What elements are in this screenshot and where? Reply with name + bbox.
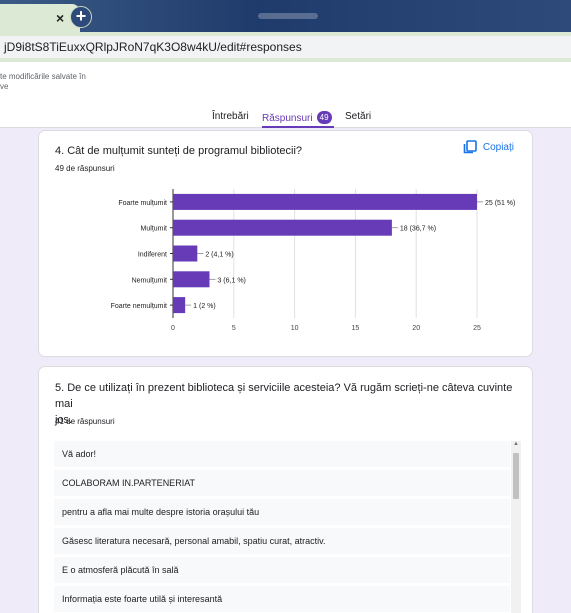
bar — [173, 219, 392, 236]
list-item: COLABORAM IN.PARTENERIAT — [54, 470, 510, 496]
list-item: Informația este foarte utilă și interesa… — [54, 586, 510, 612]
question-5-title: 5. De ce utilizați în prezent biblioteca… — [55, 380, 532, 428]
x-tick-label: 20 — [412, 325, 420, 332]
list-item: pentru a afla mai multe despre istoria o… — [54, 499, 510, 525]
browser-tab-bar: × + — [0, 0, 571, 32]
responses-count-badge: 49 — [316, 111, 332, 124]
category-label: Foarte mulțumit — [118, 200, 167, 207]
scroll-up-icon[interactable]: ▲ — [513, 441, 519, 447]
data-label: 25 (51 %) — [485, 200, 515, 207]
x-tick-label: 5 — [232, 325, 236, 332]
x-tick-label: 25 — [473, 325, 481, 332]
response-list-scrollbar[interactable]: ▲ — [511, 441, 521, 613]
list-item: Vă ador! — [54, 441, 510, 467]
data-label: 3 (6,1 %) — [217, 277, 245, 284]
x-tick-label: 0 — [171, 325, 175, 332]
question-4-card: 4. Cât de mulțumit sunteți de programul … — [38, 130, 533, 357]
blurred-tab-title — [258, 13, 318, 19]
active-tab-indicator — [262, 126, 334, 128]
bar — [173, 297, 186, 314]
bar — [173, 193, 477, 210]
tab-responses-label: Răspunsuri — [262, 113, 313, 124]
question-5-card: 5. De ce utilizați în prezent biblioteca… — [38, 366, 533, 613]
scrollbar-thumb[interactable] — [513, 453, 519, 499]
list-item: Găsesc literatura necesară, personal ama… — [54, 528, 510, 554]
forms-header: te modificările salvate în ve Întrebări … — [0, 62, 571, 128]
data-label: 1 (2 %) — [193, 303, 216, 310]
bar — [173, 271, 210, 288]
browser-tab[interactable]: × — [0, 4, 80, 32]
saved-message-line1: te modificările salvate în — [0, 72, 86, 81]
address-bar: jD9i8tS8TiEuxxQRlpJRoN7qK3O8w4kU/edit#re… — [0, 32, 571, 62]
data-label: 18 (36,7 %) — [400, 226, 436, 233]
form-tabs: Întrebări Răspunsuri 49 Setări — [0, 106, 571, 128]
new-tab-icon[interactable]: + — [70, 6, 92, 28]
category-label: Mulțumit — [141, 226, 168, 233]
x-tick-label: 10 — [291, 325, 299, 332]
category-label: Nemulțumit — [132, 277, 167, 284]
saved-message: te modificările salvate în ve — [0, 72, 86, 92]
x-tick-label: 15 — [352, 325, 360, 332]
url-field[interactable]: jD9i8tS8TiEuxxQRlpJRoN7qK3O8w4kU/edit#re… — [0, 36, 571, 58]
category-label: Indiferent — [138, 252, 167, 259]
list-item: E o atmosferă plăcută în sală — [54, 557, 510, 583]
question-5-title-line2: jos. — [55, 414, 73, 426]
url-text: jD9i8tS8TiEuxxQRlpJRoN7qK3O8w4kU/edit#re… — [4, 40, 302, 54]
data-label: 2 (4,1 %) — [205, 252, 233, 259]
question-4-bar-chart: 0 5 10 15 20 25 Foarte mulțumit 25 (51 %) Mulțum… — [111, 189, 515, 332]
question-5-response-count: 41 de răspunsuri — [55, 417, 115, 426]
bar — [173, 245, 198, 262]
close-tab-icon[interactable]: × — [56, 11, 64, 25]
response-list: Vă ador! COLABORAM IN.PARTENERIAT pentru… — [54, 441, 510, 613]
saved-message-line2: ve — [0, 82, 9, 91]
tab-settings[interactable]: Setări — [345, 111, 371, 122]
tab-responses[interactable]: Răspunsuri 49 — [262, 111, 332, 124]
tab-questions[interactable]: Întrebări — [212, 111, 249, 122]
category-label: Foarte nemulțumit — [111, 303, 167, 310]
question-5-title-line1: 5. De ce utilizați în prezent biblioteca… — [55, 382, 513, 410]
